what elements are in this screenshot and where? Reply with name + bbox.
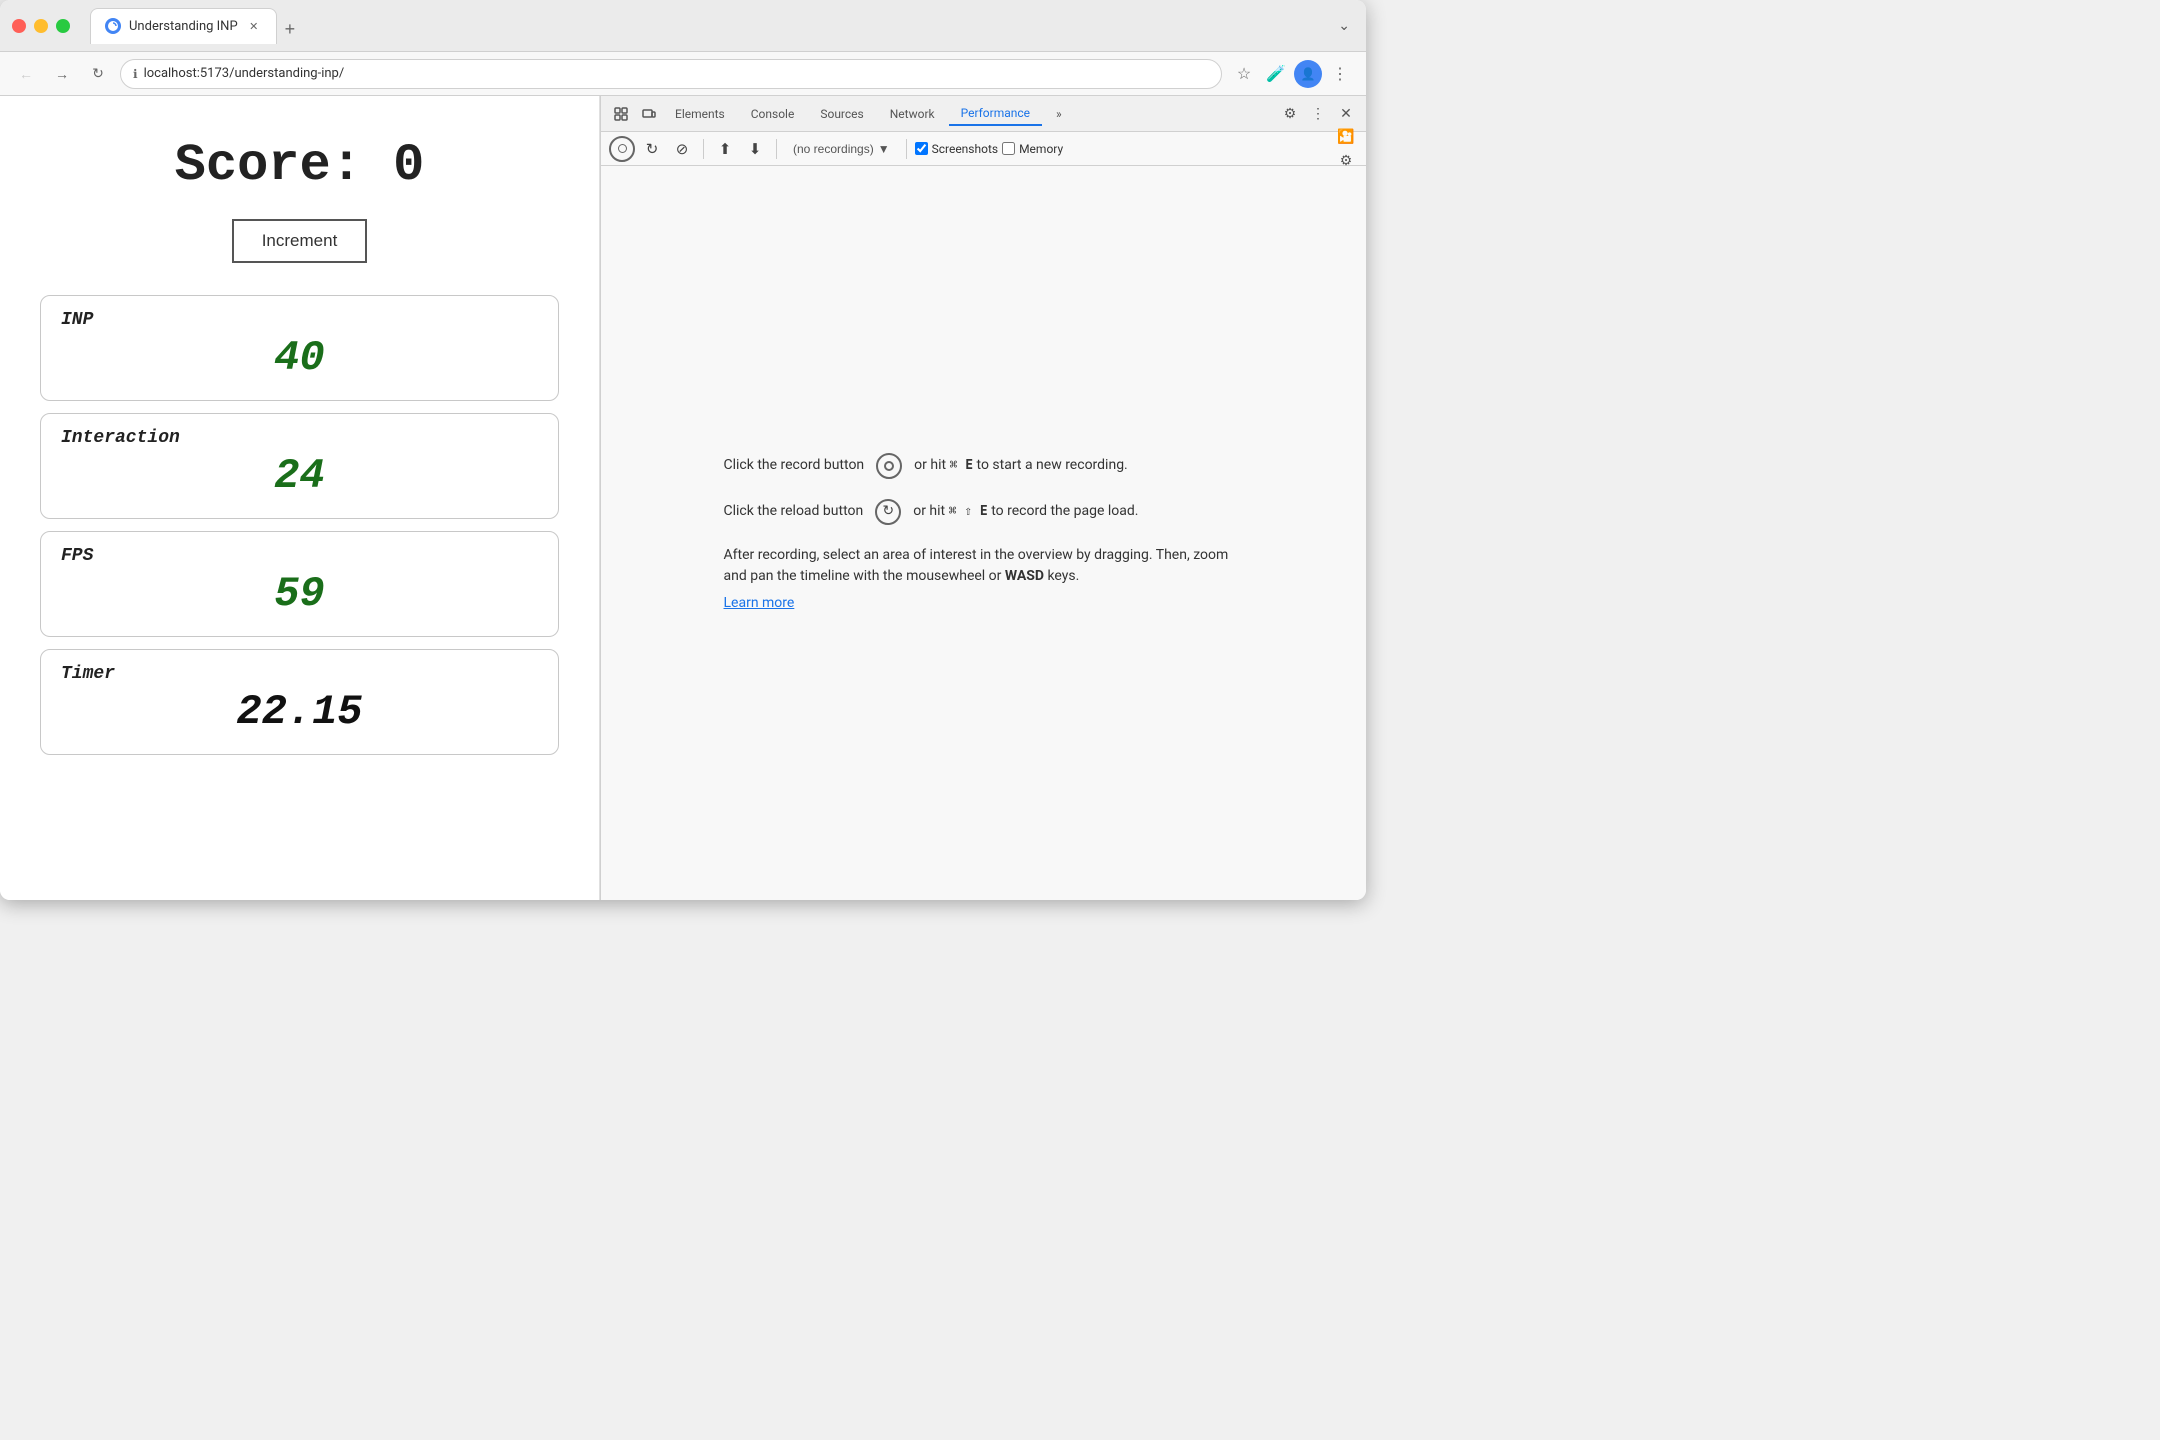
record-instruction-text-prefix: Click the record button [724,455,865,476]
timer-card: Timer 22.15 [40,649,559,755]
devtools-panel: Elements Console Sources Network Perform… [600,96,1366,900]
upload-button[interactable]: ⬆ [712,136,738,162]
devtools-close-icon[interactable]: ✕ [1334,102,1358,126]
recording-tip: After recording, select an area of inter… [724,545,1244,614]
devtools-content: Click the record button or hit ⌘ E to st… [601,166,1366,900]
traffic-lights [12,19,70,33]
devtools-responsive-icon[interactable] [637,102,661,126]
devtools-toolbar: ↻ ⊘ ⬆ ⬇ (no recordings) ▼ Screenshots Me… [601,132,1366,166]
inp-value: 40 [61,334,538,382]
record-instruction-row: Click the record button or hit ⌘ E to st… [724,453,1244,479]
content-area: Score: 0 Increment INP 40 Interaction 24… [0,96,1366,900]
back-button[interactable]: ← [12,60,40,88]
record-inner-circle [884,461,894,471]
url-bar[interactable]: ℹ localhost:5173/understanding-inp/ [120,59,1222,89]
devtools-tab-icons [609,102,661,126]
learn-more-link[interactable]: Learn more [724,595,795,611]
record-instruction-shortcut: or hit ⌘ E to start a new recording. [914,455,1128,476]
bookmark-button[interactable]: ☆ [1230,60,1258,88]
devtools-cursor-icon[interactable] [609,102,633,126]
browser-window: Understanding INP ✕ + ⌄ ← → ↻ ℹ localhos… [0,0,1366,900]
tab-sources[interactable]: Sources [808,103,875,125]
score-display: Score: 0 [175,136,425,195]
secure-icon: ℹ [133,67,138,81]
increment-button[interactable]: Increment [232,219,368,263]
memory-label: Memory [1019,142,1063,156]
recordings-dropdown[interactable]: (no recordings) ▼ [785,140,898,158]
tab-title: Understanding INP [129,19,238,34]
dropdown-arrow: ▼ [878,142,890,156]
toolbar-separator-3 [906,139,907,159]
memory-checkbox-label[interactable]: Memory [1002,142,1063,156]
tab-more[interactable]: » [1044,103,1074,125]
title-bar: Understanding INP ✕ + ⌄ [0,0,1366,52]
fps-label: FPS [61,546,538,566]
record-kbd: ⌘ E [950,458,973,473]
tab-elements[interactable]: Elements [663,103,737,125]
fps-card: FPS 59 [40,531,559,637]
recordings-label: (no recordings) [793,142,874,156]
devtools-options-icon[interactable]: ⋮ [1306,102,1330,126]
reload-instruction-row: Click the reload button ↻ or hit ⌘ ⇧ E t… [724,499,1244,525]
reload-record-button[interactable]: ↻ [639,136,665,162]
forward-button[interactable]: → [48,60,76,88]
webpage: Score: 0 Increment INP 40 Interaction 24… [0,96,600,900]
devtools-capture-icon[interactable]: 🎦 [1334,125,1358,149]
extension-button[interactable]: 🧪 [1262,60,1290,88]
devtools-instructions: Click the record button or hit ⌘ E to st… [724,453,1244,614]
tab-favicon [105,18,121,34]
toolbar-separator-2 [776,139,777,159]
toolbar-icons: ☆ 🧪 👤 ⋮ [1230,60,1354,88]
tab-close-button[interactable]: ✕ [246,18,262,34]
screenshots-checkbox-label[interactable]: Screenshots [915,142,998,156]
interaction-value: 24 [61,452,538,500]
memory-checkbox[interactable] [1002,142,1015,155]
record-icon [609,136,635,162]
tab-overflow-button[interactable]: ⌄ [1334,15,1354,36]
devtools-settings-icon[interactable]: ⚙ [1278,102,1302,126]
url-text: localhost:5173/understanding-inp/ [144,66,345,81]
tab-network[interactable]: Network [878,103,947,125]
reload-instruction-text-prefix: Click the reload button [724,501,864,522]
active-tab[interactable]: Understanding INP ✕ [90,8,277,44]
maximize-traffic-light[interactable] [56,19,70,33]
profile-button[interactable]: 👤 [1294,60,1322,88]
interaction-card: Interaction 24 [40,413,559,519]
fps-value: 59 [61,570,538,618]
menu-button[interactable]: ⋮ [1326,60,1354,88]
tab-performance[interactable]: Performance [949,102,1042,126]
reload-instruction-shortcut: or hit ⌘ ⇧ E to record the page load. [913,501,1138,522]
reload-kbd: ⌘ ⇧ E [949,504,988,519]
reload-button[interactable]: ↻ [84,60,112,88]
address-bar: ← → ↻ ℹ localhost:5173/understanding-inp… [0,52,1366,96]
toolbar-separator-1 [703,139,704,159]
screenshots-checkbox[interactable] [915,142,928,155]
timer-value: 22.15 [61,688,538,736]
interaction-label: Interaction [61,428,538,448]
record-instruction-icon [876,453,902,479]
devtools-tab-bar: Elements Console Sources Network Perform… [601,96,1366,132]
timer-label: Timer [61,664,538,684]
screenshots-label: Screenshots [932,142,998,156]
tab-console[interactable]: Console [739,103,807,125]
reload-instruction-icon: ↻ [875,499,901,525]
record-button[interactable] [609,136,635,162]
tab-bar: Understanding INP ✕ + [90,8,1326,44]
download-button[interactable]: ⬇ [742,136,768,162]
inp-label: INP [61,310,538,330]
inp-card: INP 40 [40,295,559,401]
clear-button[interactable]: ⊘ [669,136,695,162]
new-tab-button[interactable]: + [277,15,304,44]
minimize-traffic-light[interactable] [34,19,48,33]
close-traffic-light[interactable] [12,19,26,33]
